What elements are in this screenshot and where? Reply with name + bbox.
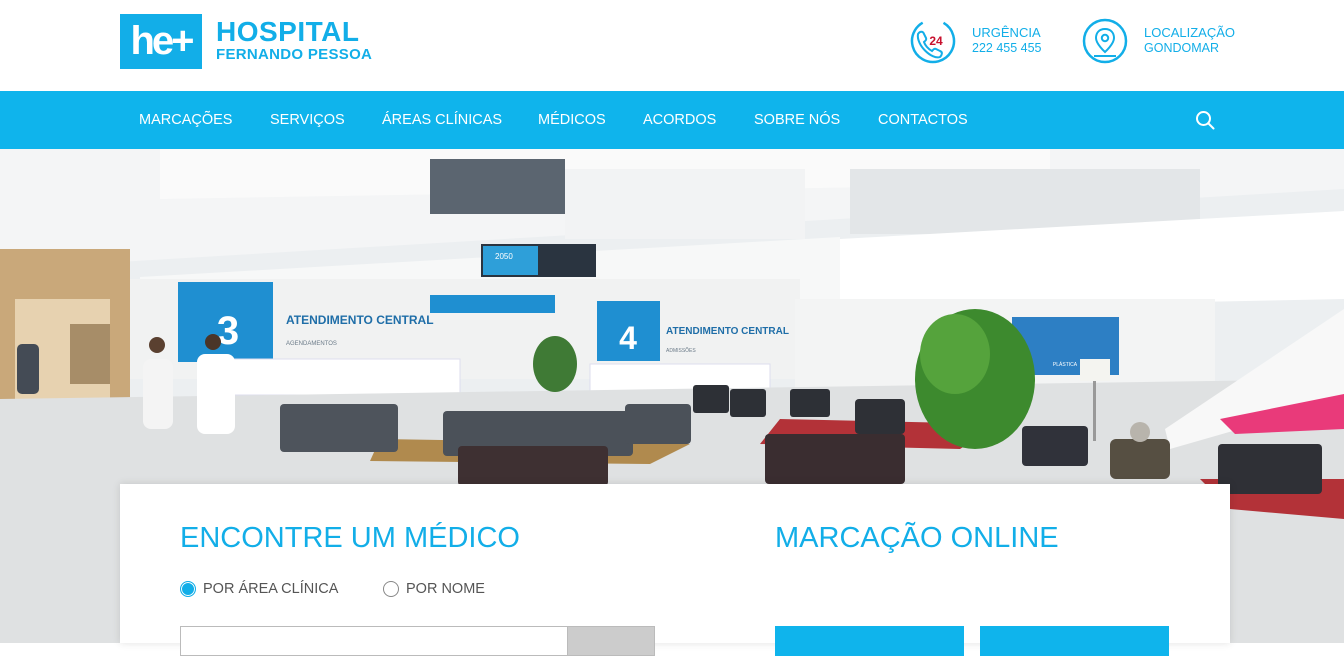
finder-title: ENCONTRE UM MÉDICO (180, 522, 520, 554)
area-clinica-search-button[interactable] (567, 626, 655, 656)
radio-label: POR ÁREA CLÍNICA (203, 581, 339, 597)
radio-label: POR NOME (406, 581, 485, 597)
search-icon[interactable] (1195, 110, 1215, 130)
nav-item-medicos[interactable]: MÉDICOS (538, 91, 606, 149)
radio-por-nome[interactable]: POR NOME (383, 579, 485, 599)
nav-item-servicos[interactable]: SERVIÇOS (270, 91, 345, 149)
nav-item-contactos[interactable]: CONTACTOS (878, 91, 968, 149)
radio-selected-icon[interactable] (180, 581, 196, 597)
booking-button-1[interactable] (775, 626, 964, 656)
hero-sign-3-text: ATENDIMENTO CENTRAL (286, 313, 434, 327)
hero-sign-4-text: ATENDIMENTO CENTRAL (666, 326, 789, 337)
nav-item-areas-clinicas[interactable]: ÁREAS CLÍNICAS (382, 91, 502, 149)
main-nav: MARCAÇÕES SERVIÇOS ÁREAS CLÍNICAS MÉDICO… (0, 91, 1344, 149)
hero-sign-4: 4 (619, 320, 637, 356)
location-pin-icon (1082, 18, 1128, 64)
hero-screen-text: 2050 (495, 252, 513, 261)
urgencia-phone[interactable]: 222 455 455 (972, 41, 1042, 55)
hero-right-screen-text: PLÁSTICA (1053, 361, 1078, 368)
booking-title: MARCAÇÃO ONLINE (775, 522, 1059, 554)
hero-sign-3: 3 (217, 309, 239, 353)
radio-por-area-clinica[interactable]: POR ÁREA CLÍNICA (180, 579, 338, 599)
localizacao-info[interactable]: LOCALIZAÇÃO GONDOMAR (1082, 18, 1242, 64)
search-card: ENCONTRE UM MÉDICO POR ÁREA CLÍNICA POR … (120, 484, 1230, 656)
radio-unselected-icon[interactable] (383, 581, 399, 597)
localizacao-value[interactable]: GONDOMAR (1144, 41, 1219, 55)
hero-sign-3-sub: AGENDAMENTOS (286, 341, 337, 347)
nav-item-sobre-nos[interactable]: SOBRE NÓS (754, 91, 840, 149)
area-clinica-select[interactable] (180, 626, 568, 656)
hospital-logo-text[interactable]: HOSPITAL FERNANDO PESSOA (216, 16, 373, 64)
booking-button-2[interactable] (980, 626, 1169, 656)
logo-line-name: FERNANDO PESSOA (216, 46, 373, 63)
site-header: he+ HOSPITAL FERNANDO PESSOA 24 URGÊNCIA… (0, 0, 1344, 91)
urgencia-label: URGÊNCIA (972, 25, 1041, 40)
nav-item-acordos[interactable]: ACORDOS (643, 91, 716, 149)
phone-24-icon: 24 (910, 18, 956, 64)
localizacao-label: LOCALIZAÇÃO (1144, 25, 1236, 40)
phone-24-badge: 24 (929, 34, 943, 48)
hero-sign-4-sub: ADMISSÕES (666, 347, 696, 354)
urgencia-info[interactable]: 24 URGÊNCIA 222 455 455 (910, 18, 1070, 64)
logo-line-hospital: HOSPITAL (216, 16, 360, 47)
nav-item-marcacoes[interactable]: MARCAÇÕES (139, 91, 232, 149)
hospital-logo-mark[interactable]: he+ (120, 14, 202, 69)
